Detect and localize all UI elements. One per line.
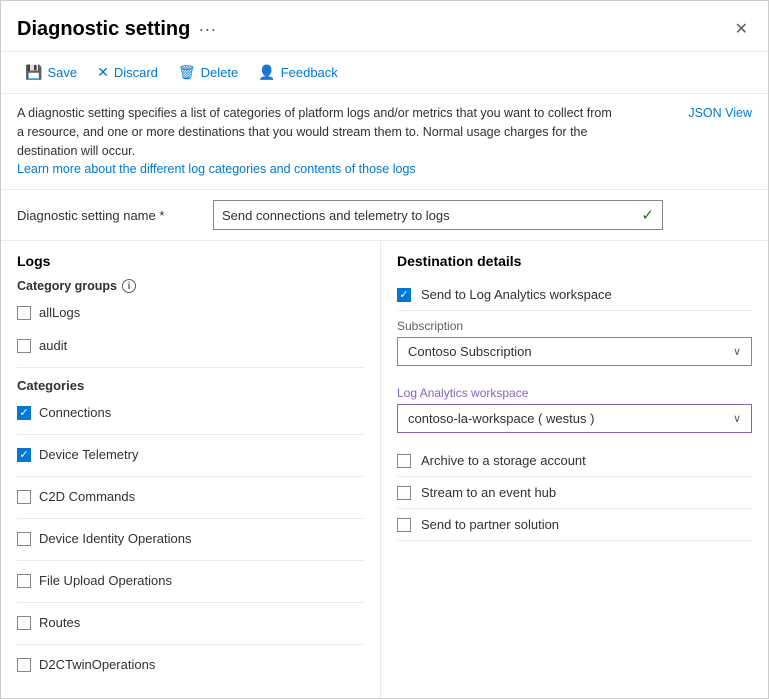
device-telemetry-checkbox[interactable] (17, 448, 31, 462)
audit-label[interactable]: audit (39, 338, 67, 353)
device-telemetry-label[interactable]: Device Telemetry (39, 447, 138, 462)
checkbox-connections: Connections (17, 401, 364, 424)
workspace-label: Log Analytics workspace (397, 386, 752, 400)
device-identity-label[interactable]: Device Identity Operations (39, 531, 191, 546)
subscription-value: Contoso Subscription (408, 344, 532, 359)
connections-checkbox[interactable] (17, 406, 31, 420)
category-groups-label: Category groups (17, 279, 117, 293)
save-label: Save (47, 65, 77, 80)
title-left: Diagnostic setting ··· (17, 18, 216, 41)
workspace-dropdown-arrow: ∨ (733, 412, 741, 425)
logs-section-title: Logs (17, 253, 364, 269)
subscription-label: Subscription (397, 319, 752, 333)
divider-c2d (17, 518, 364, 519)
discard-label: Discard (114, 65, 158, 80)
delete-button[interactable]: 🗑 Delete (170, 60, 246, 85)
divider-routes (17, 644, 364, 645)
name-input-wrapper[interactable]: Send connections and telemetry to logs ✓ (213, 200, 663, 230)
event-hub-label[interactable]: Stream to an event hub (421, 485, 556, 500)
name-row: Diagnostic setting name * Send connectio… (1, 190, 768, 241)
event-hub-row: Stream to an event hub (397, 477, 752, 509)
feedback-label: Feedback (281, 65, 338, 80)
destination-section-title: Destination details (397, 253, 752, 269)
more-options-dots[interactable]: ··· (198, 19, 216, 40)
workspace-value: contoso-la-workspace ( westus ) (408, 411, 594, 426)
device-identity-checkbox[interactable] (17, 532, 31, 546)
learn-more-link[interactable]: Learn more about the different log categ… (17, 162, 416, 176)
storage-row: Archive to a storage account (397, 445, 752, 477)
checkbox-c2d-commands: C2D Commands (17, 485, 364, 508)
checkbox-audit: audit (17, 334, 364, 357)
diagnostic-setting-dialog: Diagnostic setting ··· ✕ 💾 Save ✕ Discar… (0, 0, 769, 699)
d2c-twin-checkbox[interactable] (17, 658, 31, 672)
storage-label[interactable]: Archive to a storage account (421, 453, 586, 468)
log-analytics-label[interactable]: Send to Log Analytics workspace (421, 287, 612, 302)
event-hub-checkbox[interactable] (397, 486, 411, 500)
title-bar: Diagnostic setting ··· ✕ (1, 1, 768, 52)
delete-icon: 🗑 (178, 64, 196, 81)
routes-label[interactable]: Routes (39, 615, 80, 630)
discard-icon: ✕ (97, 64, 109, 81)
c2d-commands-checkbox[interactable] (17, 490, 31, 504)
checkbox-device-identity: Device Identity Operations (17, 527, 364, 550)
file-upload-checkbox[interactable] (17, 574, 31, 588)
routes-checkbox[interactable] (17, 616, 31, 630)
categories-heading: Categories (17, 378, 364, 393)
divider-file-upload (17, 602, 364, 603)
checkbox-file-upload: File Upload Operations (17, 569, 364, 592)
discard-button[interactable]: ✕ Discard (89, 60, 166, 85)
destination-panel: Destination details Send to Log Analytic… (381, 241, 768, 698)
divider-1 (17, 367, 364, 368)
workspace-section: Log Analytics workspace contoso-la-works… (397, 378, 752, 445)
info-text-block: A diagnostic setting specifies a list of… (17, 104, 617, 179)
feedback-button[interactable]: 👤 Feedback (250, 60, 346, 85)
allLogs-checkbox[interactable] (17, 306, 31, 320)
dialog-title: Diagnostic setting (17, 18, 190, 41)
delete-label: Delete (201, 65, 239, 80)
logs-panel: Logs Category groups i allLogs audit Cat… (1, 241, 381, 698)
divider-connections (17, 434, 364, 435)
feedback-icon: 👤 (258, 64, 275, 81)
subscription-section: Subscription Contoso Subscription ∨ (397, 311, 752, 378)
checkbox-d2c-twin: D2CTwinOperations (17, 653, 364, 676)
valid-check-icon: ✓ (641, 206, 654, 224)
name-input-value: Send connections and telemetry to logs (222, 208, 450, 223)
save-icon: 💾 (25, 64, 42, 81)
subscription-dropdown-arrow: ∨ (733, 345, 741, 358)
c2d-commands-label[interactable]: C2D Commands (39, 489, 135, 504)
storage-checkbox[interactable] (397, 454, 411, 468)
close-button[interactable]: ✕ (731, 15, 752, 43)
log-analytics-row: Send to Log Analytics workspace (397, 279, 752, 311)
partner-row: Send to partner solution (397, 509, 752, 541)
checkbox-routes: Routes (17, 611, 364, 634)
info-bar: A diagnostic setting specifies a list of… (1, 94, 768, 190)
log-analytics-checkbox[interactable] (397, 288, 411, 302)
workspace-dropdown[interactable]: contoso-la-workspace ( westus ) ∨ (397, 404, 752, 433)
checkbox-allLogs: allLogs (17, 301, 364, 324)
audit-checkbox[interactable] (17, 339, 31, 353)
category-groups-heading: Category groups i (17, 279, 364, 293)
checkbox-device-telemetry: Device Telemetry (17, 443, 364, 466)
partner-label[interactable]: Send to partner solution (421, 517, 559, 532)
subscription-dropdown[interactable]: Contoso Subscription ∨ (397, 337, 752, 366)
info-icon[interactable]: i (122, 279, 136, 293)
info-main-text: A diagnostic setting specifies a list of… (17, 106, 612, 158)
file-upload-label[interactable]: File Upload Operations (39, 573, 172, 588)
divider-device-identity (17, 560, 364, 561)
connections-label[interactable]: Connections (39, 405, 111, 420)
toolbar: 💾 Save ✕ Discard 🗑 Delete 👤 Feedback (1, 52, 768, 94)
partner-checkbox[interactable] (397, 518, 411, 532)
divider-device-telemetry (17, 476, 364, 477)
d2c-twin-label[interactable]: D2CTwinOperations (39, 657, 155, 672)
save-button[interactable]: 💾 Save (17, 60, 85, 85)
name-field-label: Diagnostic setting name * (17, 208, 197, 223)
main-content: Logs Category groups i allLogs audit Cat… (1, 241, 768, 698)
json-view-link[interactable]: JSON View (688, 104, 752, 123)
allLogs-label[interactable]: allLogs (39, 305, 80, 320)
